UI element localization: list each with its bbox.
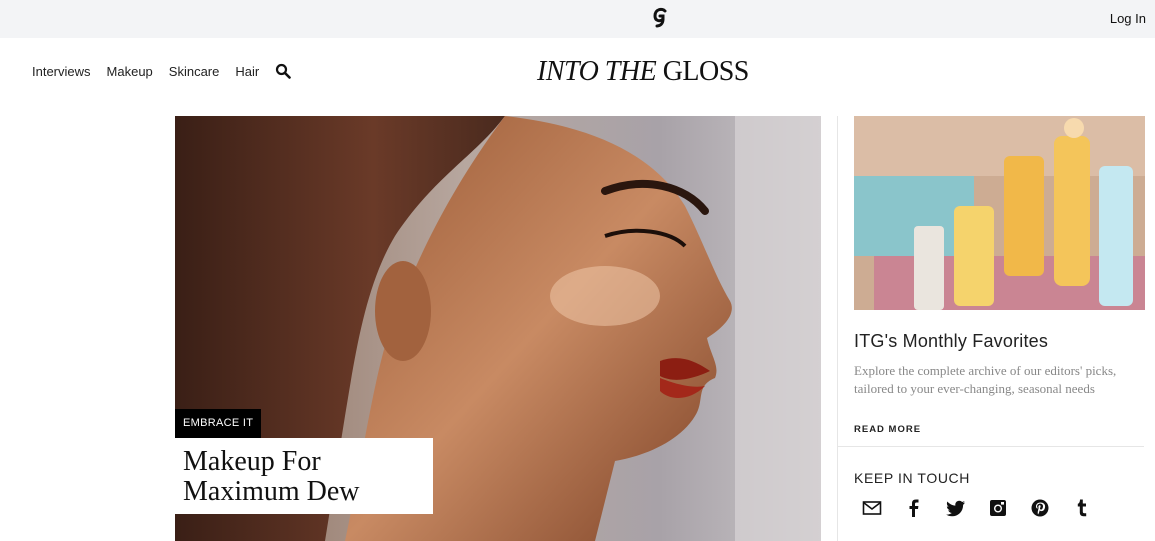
- nav-interviews[interactable]: Interviews: [32, 64, 91, 79]
- search-icon[interactable]: [275, 63, 292, 79]
- tumblr-icon[interactable]: [1072, 498, 1092, 518]
- nav-links: Interviews Makeup Skincare Hair: [32, 63, 292, 79]
- nav-skincare[interactable]: Skincare: [169, 64, 220, 79]
- instagram-icon[interactable]: [988, 498, 1008, 518]
- logo-roman-part: GLOSS: [662, 56, 750, 87]
- sidebar-article-description: Explore the complete archive of our edit…: [854, 363, 1117, 396]
- nav-makeup[interactable]: Makeup: [107, 64, 153, 79]
- login-link[interactable]: Log In: [1110, 11, 1146, 26]
- twitter-icon[interactable]: [946, 498, 966, 518]
- pinterest-icon[interactable]: [1030, 498, 1050, 518]
- read-more-link[interactable]: READ MORE: [854, 424, 921, 435]
- sidebar-article-title[interactable]: ITG's Monthly Favorites: [854, 331, 1048, 352]
- headline-line-1: Makeup For: [183, 446, 321, 477]
- nav-hair[interactable]: Hair: [235, 64, 259, 79]
- keep-in-touch-heading: KEEP IN TOUCH: [854, 470, 970, 486]
- headline-box[interactable]: Makeup For Maximum Dew: [175, 438, 433, 514]
- column-divider: [837, 116, 838, 541]
- facebook-icon[interactable]: [904, 498, 924, 518]
- category-tag[interactable]: EMBRACE IT: [175, 409, 262, 438]
- sidebar-divider: [838, 446, 1144, 447]
- social-links: [862, 498, 1114, 518]
- email-icon[interactable]: [862, 498, 882, 518]
- monthly-favorites-image[interactable]: [854, 116, 1145, 310]
- headline-line-2: Maximum Dew: [183, 476, 360, 507]
- products-photo: [854, 116, 1145, 310]
- logo-italic-part: INTO THE: [537, 56, 657, 87]
- main-nav: Interviews Makeup Skincare Hair INTO THE…: [0, 38, 1155, 104]
- top-bar: Log In: [0, 0, 1155, 38]
- site-logo[interactable]: INTO THE GLOSS: [537, 56, 749, 88]
- glossier-g-icon[interactable]: [651, 7, 671, 29]
